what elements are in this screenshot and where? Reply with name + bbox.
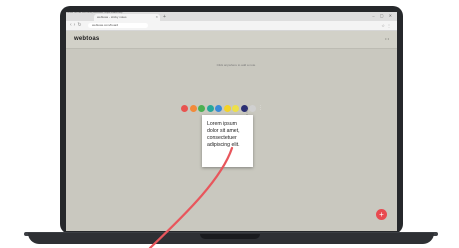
laptop-scene: Chrome File Edit View History Bookmarks …	[0, 0, 459, 248]
pointer-line	[148, 146, 234, 248]
pointer-line-path	[148, 146, 234, 248]
